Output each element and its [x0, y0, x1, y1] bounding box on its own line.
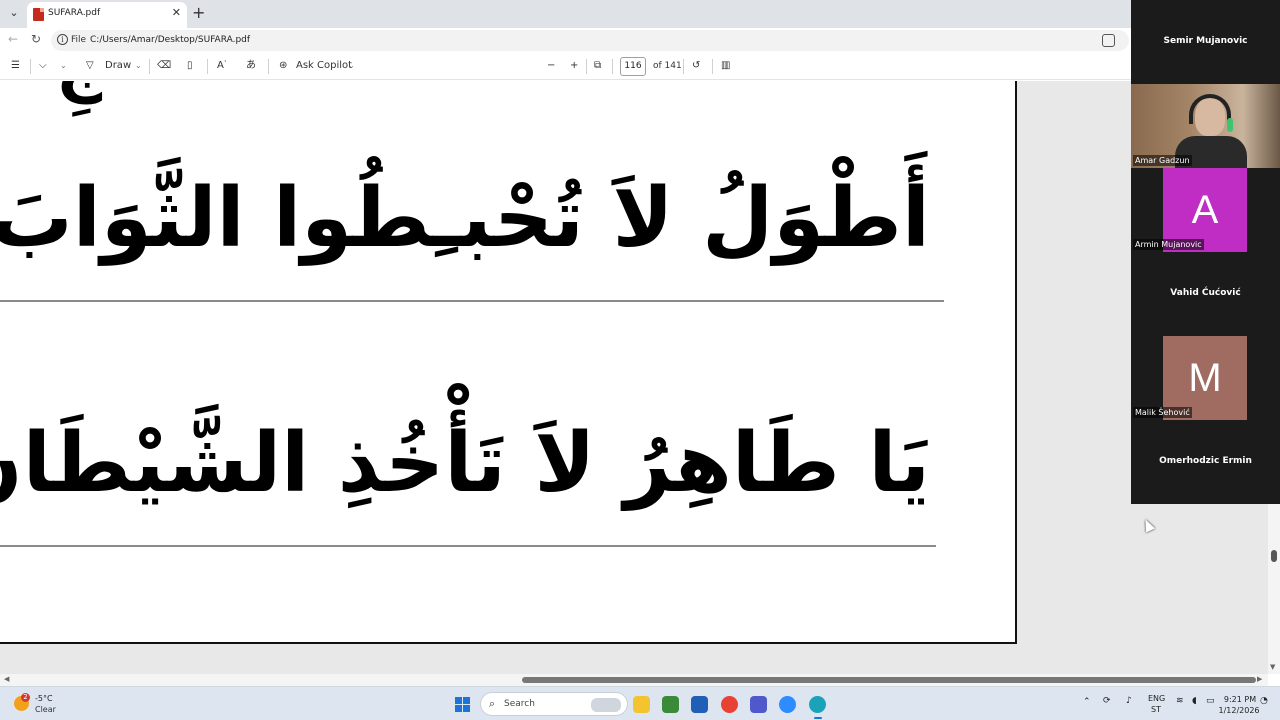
file-explorer-icon[interactable] [633, 696, 650, 713]
clock-time[interactable]: 9:21 PM [1220, 695, 1260, 704]
windows-logo-icon [463, 705, 470, 712]
address-row: ← ↻ i File C:/Users/Amar/Desktop/SUFARA.… [0, 28, 1280, 53]
new-tab-icon[interactable]: + [192, 3, 205, 22]
file-scheme-label: File [71, 35, 87, 45]
pdf-file-icon [33, 8, 44, 21]
microphone-icon[interactable]: ♪ [1126, 696, 1132, 706]
taskbar: 2 -5°C Clear ⌕ Search ⌃ ⟳ ♪ ENG ST ≋ ◖ ▭… [0, 686, 1280, 720]
toolbar-divider [612, 59, 613, 74]
pdf-page: جِ أَطْوَلُ لاَ تُحْبـِطُوا الثَّوَابَ ي… [0, 81, 1017, 644]
refresh-icon[interactable]: ↻ [31, 32, 41, 46]
page-view-icon[interactable]: ▥ [721, 59, 730, 73]
page-number-input[interactable]: 116 [620, 57, 646, 76]
participant-name: Malik Šehović [1133, 407, 1192, 418]
scroll-left-arrow-icon[interactable]: ◀ [4, 675, 9, 683]
baseline-rule [0, 545, 936, 547]
participant-name: Vahid Ćućović [1170, 288, 1241, 298]
wifi-icon[interactable]: ≋ [1176, 696, 1184, 706]
start-button[interactable] [455, 697, 470, 712]
taskbar-search[interactable]: ⌕ Search [480, 692, 628, 716]
app-icon-green[interactable] [662, 696, 679, 713]
participants-panel: Semir Mujanovic Amar Gadzun A Armin Muja… [1131, 0, 1280, 504]
scrollbar-thumb[interactable] [1271, 550, 1277, 562]
page-total-label: of 141 [653, 61, 682, 71]
arabic-line-2: يَا طَاهِرُ لاَ تَأْخُذِ الشَّيْطَانَ [0, 416, 930, 511]
text-box-icon[interactable]: ▯ [187, 59, 193, 73]
scrollbar-thumb[interactable] [522, 677, 1256, 683]
weather-temperature: -5°C [35, 694, 53, 703]
teams-icon[interactable] [750, 696, 767, 713]
weather-badge: 2 [21, 693, 30, 702]
windows-logo-icon [455, 705, 462, 712]
arabic-line-1: أَطْوَلُ لاَ تُحْبـِطُوا الثَّوَابَ [0, 171, 930, 266]
edge-icon[interactable] [809, 696, 826, 719]
tab-title: SUFARA.pdf [48, 8, 101, 18]
zoom-icon[interactable] [779, 696, 796, 713]
draw-pen-icon[interactable]: ▽ [86, 59, 94, 73]
participant-name: Amar Gadzun [1133, 155, 1192, 166]
back-arrow-icon[interactable]: ← [8, 32, 18, 46]
contents-list-icon[interactable]: ☰ [11, 59, 20, 73]
chevron-down-icon[interactable]: ⌄ [348, 59, 355, 73]
notifications-icon[interactable]: ◔ [1260, 696, 1268, 706]
weather-condition: Clear [35, 705, 56, 714]
clock-date[interactable]: 1/12/2026 [1214, 706, 1264, 715]
sync-icon[interactable]: ⟳ [1103, 696, 1111, 706]
participant-video-tile[interactable]: Amar Gadzun [1131, 84, 1280, 168]
chevron-down-icon[interactable]: ⌄ [135, 59, 142, 73]
outlook-icon[interactable] [691, 696, 708, 713]
volume-icon[interactable]: ◖ [1192, 696, 1197, 706]
participant-name: Semir Mujanovic [1163, 36, 1248, 46]
url-text[interactable]: C:/Users/Amar/Desktop/SUFARA.pdf [90, 35, 250, 45]
toolbar-divider [586, 59, 587, 74]
headset-mic-icon [1227, 118, 1233, 132]
address-bar[interactable]: i File C:/Users/Amar/Desktop/SUFARA.pdf [51, 30, 1129, 51]
translate-icon[interactable]: あ [246, 59, 256, 73]
copilot-icon[interactable] [1102, 34, 1115, 47]
zoom-in-icon[interactable]: + [570, 59, 578, 73]
toolbar-divider [268, 59, 269, 74]
fit-page-icon[interactable]: ⧉ [594, 59, 601, 73]
browser-tab-bar: ⌄ SUFARA.pdf ✕ + [0, 0, 1280, 28]
language-indicator[interactable]: ENG [1148, 694, 1165, 703]
toolbar-divider [683, 59, 684, 74]
participant-name: Omerhodzic Ermin [1159, 456, 1252, 466]
scroll-down-arrow-icon[interactable]: ▼ [1270, 663, 1275, 671]
read-aloud-icon[interactable]: Aᐝ [217, 59, 226, 73]
arabic-text-fragment: جِ [56, 81, 102, 105]
horizontal-scrollbar[interactable]: ◀ ▶ [0, 674, 1268, 686]
scroll-right-arrow-icon[interactable]: ▶ [1257, 675, 1262, 683]
pdf-viewport[interactable]: جِ أَطْوَلُ لاَ تُحْبـِطُوا الثَّوَابَ ي… [0, 81, 1268, 674]
eraser-icon[interactable]: ⌫ [157, 59, 171, 73]
info-icon[interactable]: i [57, 34, 68, 45]
participant-name: Armin Mujanovic [1133, 239, 1204, 250]
search-highlight-image [591, 698, 621, 712]
windows-logo-icon [455, 697, 462, 704]
close-tab-icon[interactable]: ✕ [172, 6, 181, 19]
chrome-icon[interactable] [721, 696, 738, 713]
toolbar-divider [712, 59, 713, 74]
search-label: Search [504, 699, 535, 709]
rotate-icon[interactable]: ↺ [692, 59, 700, 73]
toolbar-divider [149, 59, 150, 74]
show-hidden-icons-chevron-icon[interactable]: ⌃ [1083, 697, 1091, 707]
tab-actions-menu-icon[interactable]: ⌄ [5, 4, 23, 22]
browser-tab[interactable]: SUFARA.pdf ✕ [27, 2, 187, 28]
baseline-rule [0, 300, 944, 302]
ask-copilot-button[interactable]: Ask Copilot [296, 59, 352, 73]
zoom-out-icon[interactable]: − [547, 59, 555, 73]
draw-button[interactable]: Draw [105, 59, 131, 73]
pdf-toolbar: ☰ ⌵ ⌄ ▽ Draw ⌄ ⌫ ▯ Aᐝ あ ⊛ Ask Copilot ⌄ … [0, 53, 1280, 80]
chevron-down-icon[interactable]: ⌄ [60, 59, 67, 73]
toolbar-divider [30, 59, 31, 74]
battery-icon[interactable]: ▭ [1206, 696, 1215, 706]
windows-logo-icon [463, 697, 470, 704]
keyboard-layout-indicator[interactable]: ST [1151, 705, 1161, 714]
highlight-icon[interactable]: ⌵ [39, 59, 47, 73]
copilot-icon[interactable]: ⊛ [279, 59, 287, 73]
toolbar-divider [207, 59, 208, 74]
search-icon: ⌕ [489, 697, 496, 710]
